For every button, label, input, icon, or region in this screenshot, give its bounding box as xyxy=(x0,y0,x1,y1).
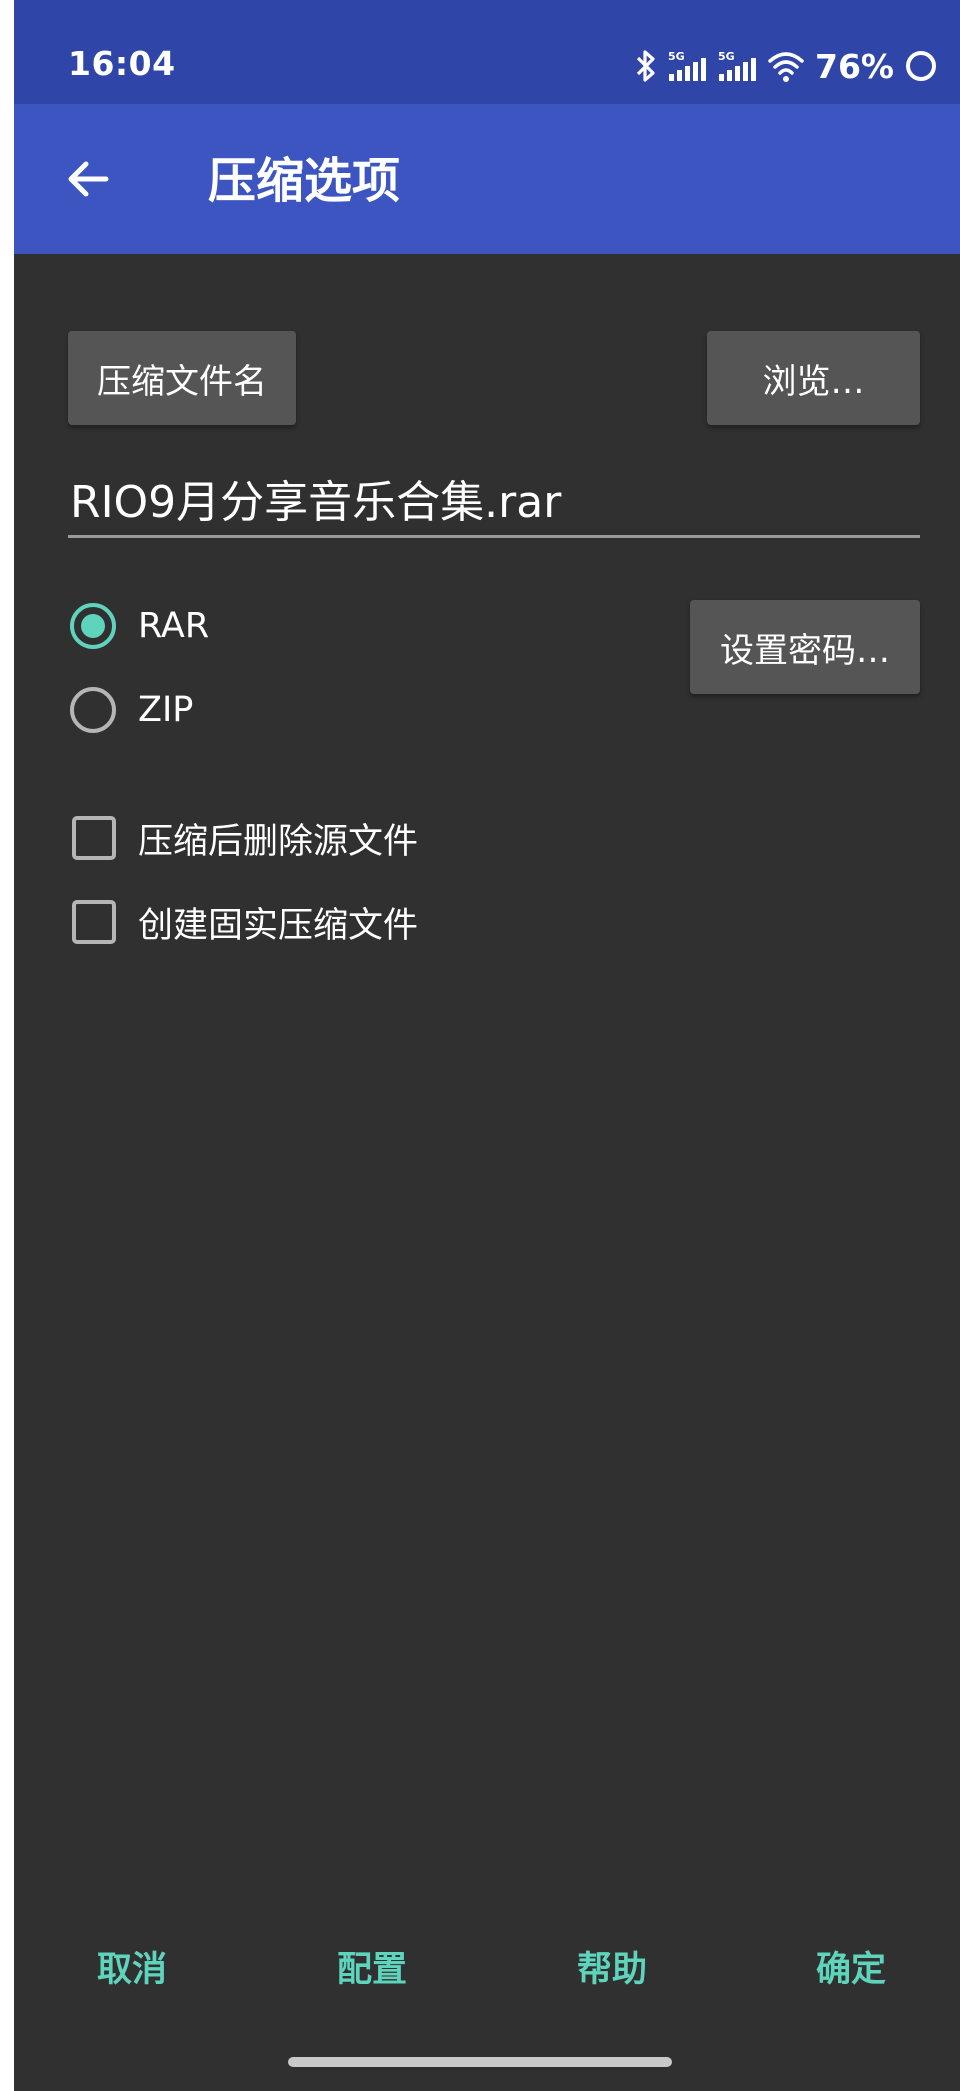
status-bar: 16:04 5G 5G 76% xyxy=(14,0,960,104)
signal-5g-label: 5G xyxy=(668,50,685,63)
radio-selected-icon[interactable] xyxy=(70,603,116,649)
config-button[interactable]: 配置 xyxy=(272,1940,472,2000)
signal-5g-label: 5G xyxy=(718,50,735,63)
status-time: 16:04 xyxy=(68,44,176,83)
format-rar-option[interactable]: RAR xyxy=(70,594,209,658)
delete-source-label: 压缩后删除源文件 xyxy=(138,821,419,862)
delete-source-option[interactable]: 压缩后删除源文件 xyxy=(70,806,418,870)
signal-5g-icon: 5G xyxy=(668,50,706,81)
app-bar: 压缩选项 xyxy=(14,104,960,254)
help-button[interactable]: 帮助 xyxy=(512,1940,712,2000)
battery-ring-icon xyxy=(906,51,936,81)
solid-archive-label: 创建固实压缩文件 xyxy=(138,905,419,946)
archive-name-button[interactable]: 压缩文件名 xyxy=(68,331,296,425)
cancel-button[interactable]: 取消 xyxy=(32,1940,232,2000)
checkbox-unchecked-icon[interactable] xyxy=(72,900,116,944)
wifi-icon xyxy=(768,52,804,82)
format-zip-option[interactable]: ZIP xyxy=(70,678,193,742)
home-indicator[interactable] xyxy=(288,2057,672,2067)
format-rar-label: RAR xyxy=(138,606,210,646)
radio-unselected-icon[interactable] xyxy=(70,687,116,733)
status-icons: 5G 5G 76% xyxy=(635,44,938,88)
battery-percent: 76% xyxy=(815,46,894,86)
format-zip-label: ZIP xyxy=(138,690,194,730)
solid-archive-option[interactable]: 创建固实压缩文件 xyxy=(70,890,418,954)
ok-button[interactable]: 确定 xyxy=(751,1940,951,2000)
screen: 16:04 5G 5G 76% 压缩选项 压缩文件名 浏览… RIO9月分享音乐… xyxy=(14,0,960,2091)
archive-filename-field[interactable]: RIO9月分享音乐合集.rar xyxy=(68,468,920,538)
page-title: 压缩选项 xyxy=(208,153,401,209)
signal-5g-icon: 5G xyxy=(718,50,756,81)
checkbox-unchecked-icon[interactable] xyxy=(72,816,116,860)
bluetooth-icon xyxy=(636,50,655,82)
set-password-button[interactable]: 设置密码… xyxy=(690,600,920,694)
arrow-left-icon[interactable] xyxy=(64,155,112,203)
browse-button[interactable]: 浏览… xyxy=(707,331,920,425)
